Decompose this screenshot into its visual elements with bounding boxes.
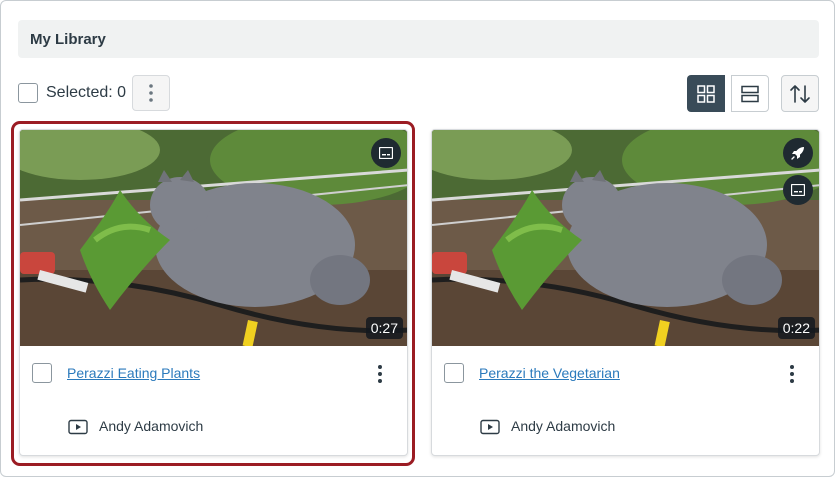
media-card[interactable]: 0:22 Perazzi the Vegetarian Andy Adamovi… [431, 129, 820, 456]
video-duration: 0:27 [365, 317, 403, 339]
library-title: My Library [30, 30, 106, 48]
selected-count-label: Selected: 0 [46, 84, 127, 101]
bulk-actions-button[interactable] [132, 75, 170, 111]
captions-badge [371, 138, 401, 168]
rocket-icon [791, 147, 804, 160]
video-icon [480, 419, 500, 435]
video-thumbnail[interactable]: 0:22 [432, 130, 819, 346]
video-duration: 0:22 [777, 317, 815, 339]
captions-icon [379, 147, 393, 159]
owner-name: Andy Adamovich [99, 418, 204, 434]
select-all-checkbox[interactable] [18, 83, 38, 103]
cat-garden-image [20, 130, 407, 346]
video-icon [68, 419, 88, 435]
vertical-dots-icon [149, 84, 153, 102]
card-select-checkbox[interactable] [444, 363, 464, 383]
library-header: My Library [18, 20, 819, 58]
grid-view-button[interactable] [687, 75, 725, 112]
card-select-checkbox[interactable] [32, 363, 52, 383]
vertical-dots-icon [790, 365, 794, 383]
sort-arrows-icon [790, 84, 810, 103]
library-panel: My Library Selected: 0 0:27 Perazzi Eati… [0, 0, 835, 477]
vertical-dots-icon [378, 365, 382, 383]
list-view-button[interactable] [731, 75, 769, 112]
list-view-icon [741, 85, 759, 102]
owner-name: Andy Adamovich [511, 418, 616, 434]
sort-button[interactable] [781, 75, 819, 112]
captions-icon [791, 184, 805, 196]
grid-view-icon [697, 84, 715, 103]
media-card[interactable]: 0:27 Perazzi Eating Plants Andy Adamovic… [19, 129, 408, 456]
media-title-link[interactable]: Perazzi the Vegetarian [479, 365, 620, 381]
media-title-link[interactable]: Perazzi Eating Plants [67, 365, 200, 381]
video-thumbnail[interactable]: 0:27 [20, 130, 407, 346]
cat-garden-image [432, 130, 819, 346]
card-options-button[interactable] [369, 361, 391, 387]
rocket-badge [783, 138, 813, 168]
library-toolbar: Selected: 0 [18, 74, 819, 112]
captions-badge [783, 175, 813, 205]
card-options-button[interactable] [781, 361, 803, 387]
